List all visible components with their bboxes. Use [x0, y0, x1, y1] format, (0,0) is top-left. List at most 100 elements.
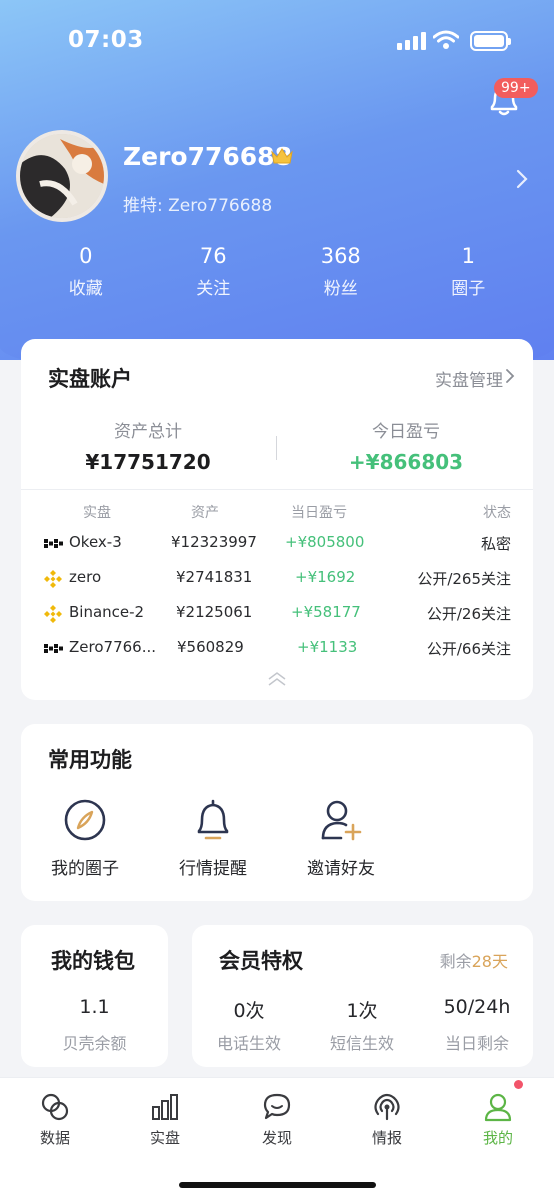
- daily-remaining-label: 当日剩余: [444, 1034, 509, 1053]
- tab-discover[interactable]: 发现: [237, 1092, 317, 1148]
- exchange-name: Okex-3: [69, 533, 122, 551]
- wifi-icon: [433, 30, 459, 49]
- remaining-prefix: 剩余: [439, 952, 472, 971]
- total-assets-value: ¥17751720: [85, 450, 211, 474]
- chat-icon: [263, 1093, 291, 1120]
- chevron-right-icon[interactable]: [505, 368, 515, 384]
- bar-chart-icon: [152, 1094, 178, 1120]
- compass-icon: [64, 799, 106, 841]
- function-price-alert[interactable]: 行情提醒: [158, 798, 268, 879]
- column-header: 实盘: [83, 505, 111, 521]
- profile-stats: 0 收藏 76 关注 368 粉丝 1 圈子: [22, 244, 532, 299]
- function-label: 邀请好友: [307, 859, 375, 879]
- okx-icon: [44, 644, 63, 653]
- membership-card[interactable]: 会员特权 剩余28天 0次 电话生效 1次 短信生效 50/24h 当日剩余: [192, 925, 533, 1067]
- divider: [21, 489, 533, 490]
- cellular-signal-icon: [397, 32, 426, 50]
- tab-label: 我的: [482, 1129, 513, 1147]
- crown-icon: [271, 148, 293, 164]
- tab-label: 数据: [39, 1129, 70, 1147]
- status: 私密: [480, 535, 511, 553]
- stat-favorites[interactable]: 0 收藏: [22, 244, 150, 299]
- chevron-right-icon[interactable]: [515, 168, 529, 190]
- tab-label: 发现: [261, 1129, 292, 1147]
- pnl: +¥1133: [297, 638, 358, 656]
- assets: ¥12323997: [171, 533, 257, 551]
- status-bar: 07:03: [0, 0, 554, 84]
- exchange-name: Zero7766...: [69, 638, 156, 656]
- today-pnl-value: +¥866803: [348, 450, 464, 474]
- function-label: 我的圈子: [51, 859, 119, 879]
- status: 公开/26关注: [426, 605, 511, 623]
- divider: [276, 436, 277, 460]
- assets: ¥2741831: [176, 568, 253, 586]
- function-my-circles[interactable]: 我的圈子: [30, 798, 140, 879]
- real-account-card: 实盘账户 实盘管理 资产总计 ¥17751720 今日盈亏 +¥866803 实…: [21, 339, 533, 700]
- sms-alerts-value: 1次: [346, 1000, 378, 1022]
- column-header: 资产: [191, 505, 219, 521]
- stat-value: 368: [320, 244, 361, 268]
- account-title: 实盘账户: [48, 367, 132, 391]
- user-icon: [484, 1093, 512, 1122]
- stat-label: 粉丝: [323, 279, 358, 299]
- twitter-handle-value: Zero776688: [168, 196, 273, 216]
- twitter-handle-label: 推特:: [123, 196, 163, 216]
- wallet-card[interactable]: 我的钱包 1.1 贝壳余额: [21, 925, 168, 1067]
- tab-real-account[interactable]: 实盘: [125, 1092, 205, 1148]
- tab-mine[interactable]: 我的: [458, 1092, 538, 1148]
- broadcast-icon: [374, 1093, 400, 1121]
- functions-title: 常用功能: [48, 748, 132, 772]
- stat-value: 76: [199, 244, 227, 268]
- stat-circles[interactable]: 1 圈子: [405, 244, 533, 299]
- username: Zero776688: [123, 142, 292, 171]
- stat-label: 关注: [196, 279, 231, 299]
- exchange-name: Binance-2: [69, 603, 145, 621]
- function-invite-friends[interactable]: 邀请好友: [286, 798, 396, 879]
- collapse-chevron-icon[interactable]: [266, 670, 288, 688]
- remaining-days-value: 28天: [471, 952, 508, 971]
- binance-icon: [44, 605, 62, 623]
- stat-following[interactable]: 76 关注: [150, 244, 278, 299]
- exchange-name: zero: [69, 568, 102, 586]
- total-assets-label: 资产总计: [114, 422, 182, 442]
- notification-badge: 99+: [494, 78, 538, 98]
- wallet-title: 我的钱包: [51, 949, 135, 973]
- stat-followers[interactable]: 368 粉丝: [277, 244, 405, 299]
- account-manage-link[interactable]: 实盘管理: [435, 366, 503, 391]
- stat-value: 1: [461, 244, 475, 268]
- binance-icon: [44, 570, 62, 588]
- table-row[interactable]: Binance-2 ¥2125061 +¥58177 公开/26关注: [21, 603, 533, 627]
- home-indicator: [179, 1182, 376, 1188]
- data-icon: [41, 1093, 69, 1121]
- daily-remaining-value: 50/24h: [443, 996, 511, 1018]
- okx-icon: [44, 539, 63, 548]
- tab-data[interactable]: 数据: [15, 1092, 95, 1148]
- stat-label: 圈子: [451, 279, 486, 299]
- table-row[interactable]: Zero7766... ¥560829 +¥1133 公开/66关注: [21, 638, 533, 662]
- avatar-image: [20, 134, 104, 218]
- battery-icon: [470, 31, 511, 51]
- bell-icon: [197, 799, 229, 840]
- stat-value: 0: [79, 244, 93, 268]
- avatar[interactable]: [16, 130, 108, 222]
- pnl: +¥58177: [291, 603, 361, 621]
- column-header: 当日盈亏: [291, 505, 347, 521]
- twitter-handle: 推特: Zero776688: [123, 191, 272, 216]
- phone-alerts-label: 电话生效: [216, 1034, 281, 1053]
- today-pnl-label: 今日盈亏: [372, 422, 440, 442]
- shell-balance-value: 1.1: [79, 996, 110, 1018]
- shell-balance-label: 贝壳余额: [62, 1034, 127, 1053]
- tab-label: 情报: [371, 1129, 402, 1147]
- status-time: 07:03: [68, 27, 144, 53]
- add-user-icon: [321, 800, 362, 841]
- assets: ¥560829: [177, 638, 244, 656]
- stat-label: 收藏: [68, 279, 103, 299]
- table-row[interactable]: Okex-3 ¥12323997 +¥805800 私密: [21, 533, 533, 557]
- function-label: 行情提醒: [179, 859, 247, 879]
- membership-title: 会员特权: [219, 949, 303, 973]
- pnl: +¥1692: [295, 568, 356, 586]
- pnl: +¥805800: [285, 533, 365, 551]
- tab-label: 实盘: [149, 1129, 180, 1147]
- table-row[interactable]: zero ¥2741831 +¥1692 公开/265关注: [21, 568, 533, 592]
- tab-intel[interactable]: 情报: [347, 1092, 427, 1148]
